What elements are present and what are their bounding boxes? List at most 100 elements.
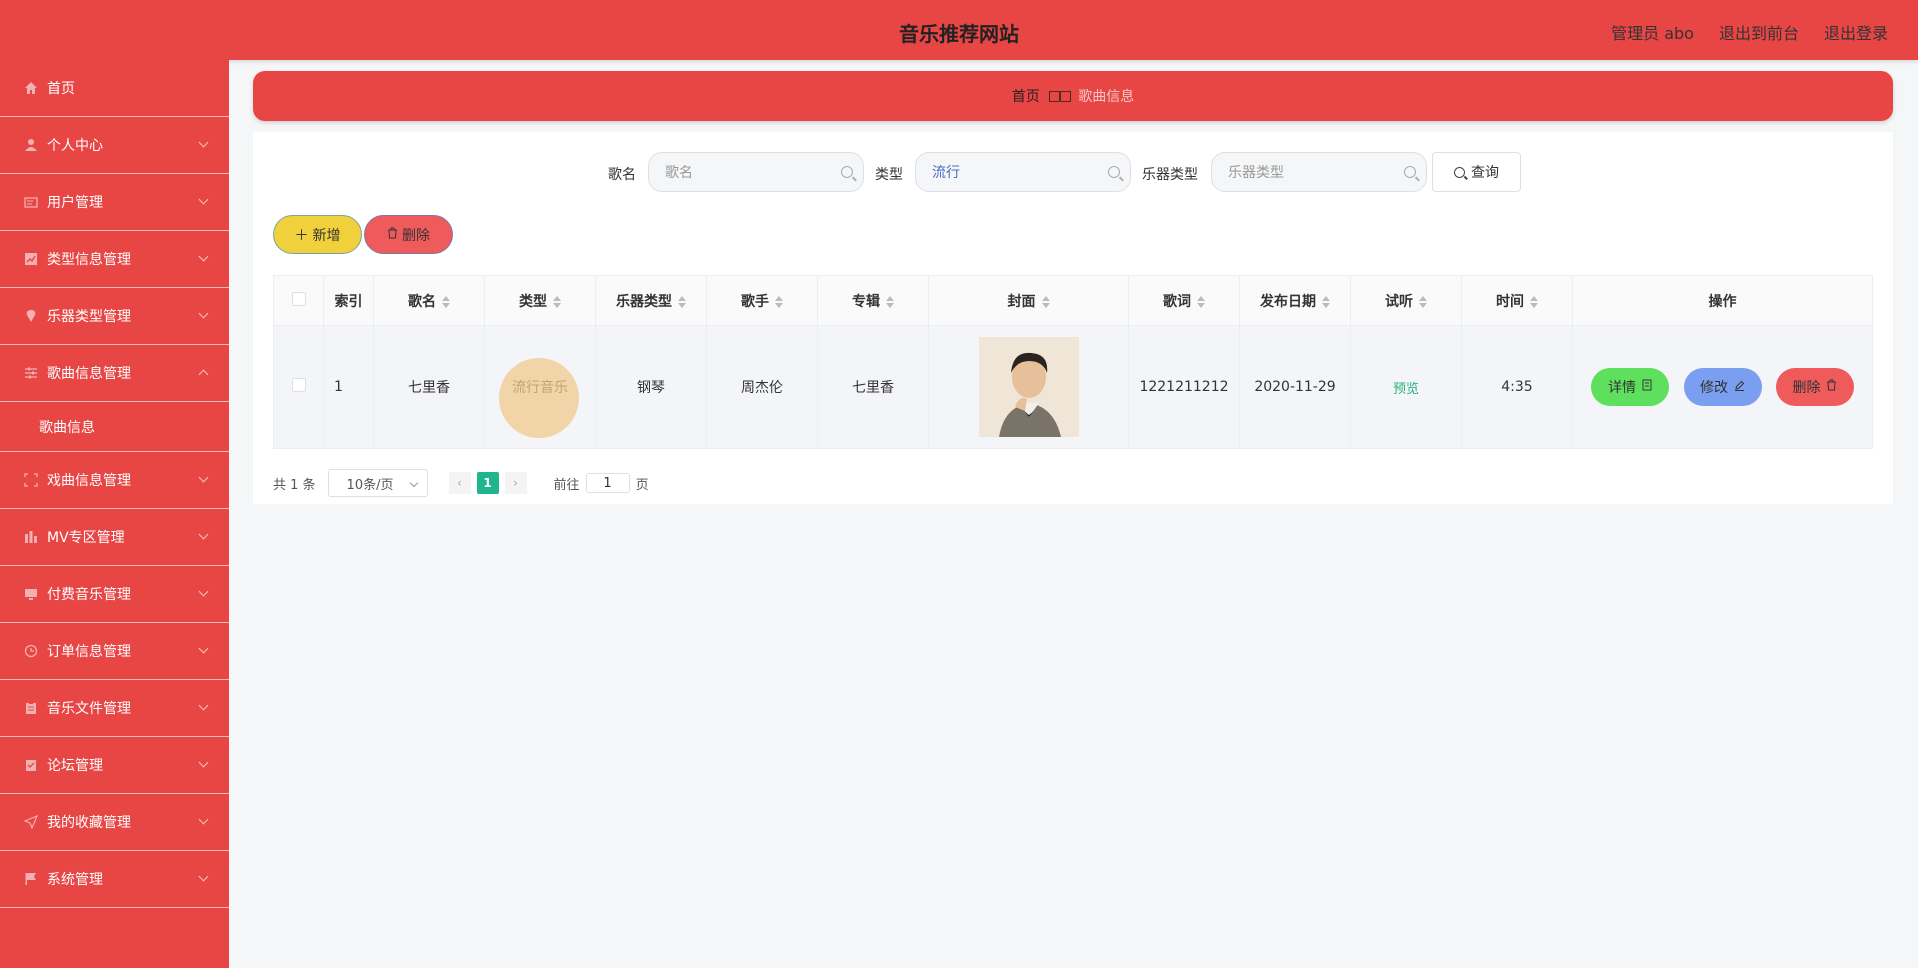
sort-icon[interactable] [1419,295,1427,308]
page-size-select[interactable]: 10条/页 [327,469,428,497]
select-all-checkbox[interactable] [291,291,306,306]
column-header[interactable]: 歌词 [1128,275,1240,326]
sidebar-item-profile[interactable]: 个人中心 [0,117,229,174]
column-header[interactable]: 试听 [1350,275,1462,326]
column-header[interactable]: 专辑 [817,275,929,326]
next-page-icon[interactable]: › [504,472,527,494]
chevron-down-icon [198,194,209,205]
content-panel: 歌名 歌名 类型 流行 乐器类型 乐器类型 查询 ＋ 新增 删除 索引 歌名 类… [253,132,1893,504]
sidebar-item-opera[interactable]: 戏曲信息管理 [0,452,229,509]
column-header[interactable]: 时间 [1461,275,1573,326]
sidebar-item-favorites[interactable]: 我的收藏管理 [0,794,229,851]
sidebar-item-label: 个人中心 [47,138,103,154]
edit-button-label: 修改 [1700,380,1728,396]
sidebar-item-label: 付费音乐管理 [47,587,131,603]
monitor-icon [22,586,39,603]
operations-cell: 详情 修改 删除 [1572,325,1873,449]
sort-icon[interactable] [886,295,894,308]
chevron-down-icon [198,308,209,319]
chevron-down-icon [198,472,209,483]
fullscreen-icon [22,472,39,489]
sidebar-item-label: 我的收藏管理 [47,815,131,831]
sort-icon[interactable] [442,295,450,308]
pin-icon [22,308,39,325]
trash-icon [1826,379,1837,395]
home-icon [22,80,39,97]
clock-icon [22,643,39,660]
lyrics-cell: 1221211212 [1128,325,1240,449]
sort-icon[interactable] [775,295,783,308]
sliders-icon [22,365,39,382]
header-actions: 管理员 abo 退出到前台 退出登录 [1611,20,1888,44]
instrument-placeholder: 乐器类型 [1228,165,1284,181]
edit-button[interactable]: 修改 [1683,368,1762,406]
sidebar-item-instruments[interactable]: 乐器类型管理 [0,288,229,345]
detail-button[interactable]: 详情 [1591,368,1670,406]
sidebar-item-forum[interactable]: 论坛管理 [0,737,229,794]
song-name-input[interactable]: 歌名 [648,152,864,192]
logout-link[interactable]: 退出登录 [1824,20,1888,44]
top-header: 音乐推荐网站 管理员 abo 退出到前台 退出登录 [0,0,1918,60]
sidebar-item-label: 用户管理 [47,195,103,211]
page-number-current[interactable]: 1 [476,472,499,494]
chevron-up-icon [198,369,209,380]
sidebar-subitem-song-info[interactable]: 歌曲信息 [0,402,229,452]
sort-icon[interactable] [1322,295,1330,308]
type-input[interactable]: 流行 [915,152,1131,192]
sidebar-item-mv[interactable]: MV专区管理 [0,509,229,566]
column-header[interactable]: 类型 [484,275,596,326]
goto-page-input[interactable]: 1 [585,473,630,493]
sidebar-item-system[interactable]: 系统管理 [0,851,229,908]
row-checkbox[interactable] [291,378,306,392]
type-cell: 流行音乐 [484,325,596,449]
sort-icon[interactable] [678,295,686,308]
sidebar-item-label: 订单信息管理 [47,644,131,660]
query-button[interactable]: 查询 [1432,152,1521,192]
user-icon [22,137,39,154]
breadcrumb-home[interactable]: 首页 [1012,86,1040,106]
sidebar-item-music-files[interactable]: 音乐文件管理 [0,680,229,737]
date-cell: 2020-11-29 [1239,325,1351,449]
sort-icon[interactable] [1197,295,1205,308]
sidebar-item-types[interactable]: 类型信息管理 [0,231,229,288]
row-delete-button[interactable]: 删除 [1775,368,1854,406]
chevron-down-icon [198,137,209,148]
batch-delete-button[interactable]: 删除 [364,215,453,254]
instrument-cell: 钢琴 [595,325,707,449]
chevron-down-icon [198,700,209,711]
sidebar-item-users[interactable]: 用户管理 [0,174,229,231]
sidebar-item-label: 音乐文件管理 [47,701,131,717]
sidebar-item-label: 类型信息管理 [47,252,131,268]
add-button-label: 新增 [312,227,341,244]
sort-icon[interactable] [1041,295,1050,308]
goto-label: 前往 [553,477,580,493]
page-suffix: 页 [635,477,649,493]
sidebar-item-songs[interactable]: 歌曲信息管理 [0,345,229,402]
document-icon [1642,379,1652,395]
sidebar-item-home[interactable]: 首页 [0,60,229,117]
table-header-row: 索引 歌名 类型 乐器类型 歌手 专辑 封面 歌词 发布日期 试听 时间 操作 [273,275,1873,326]
sidebar-item-orders[interactable]: 订单信息管理 [0,623,229,680]
sort-icon[interactable] [553,295,561,308]
cover-image[interactable] [978,337,1079,437]
column-header[interactable]: 歌手 [706,275,818,326]
sidebar-item-label: 歌曲信息管理 [47,366,131,382]
song-cell: 七里香 [373,325,485,449]
preview-link[interactable]: 预览 [1393,382,1419,397]
prev-page-icon[interactable]: ‹ [448,472,471,494]
sidebar-item-label: 乐器类型管理 [47,309,131,325]
sort-icon[interactable] [1530,295,1538,308]
back-to-front-link[interactable]: 退出到前台 [1719,20,1799,44]
type-value: 流行 [932,165,960,181]
instrument-input[interactable]: 乐器类型 [1211,152,1427,192]
column-header[interactable]: 封面 [928,275,1129,326]
chevron-down-icon [198,757,209,768]
column-header[interactable]: 发布日期 [1239,275,1351,326]
song-name-placeholder: 歌名 [665,165,693,181]
add-button[interactable]: ＋ 新增 [273,215,362,254]
type-label: 类型 [875,167,903,183]
sidebar-item-paid-music[interactable]: 付费音乐管理 [0,566,229,623]
column-header: 操作 [1572,275,1873,326]
column-header[interactable]: 乐器类型 [595,275,707,326]
column-header[interactable]: 歌名 [373,275,485,326]
